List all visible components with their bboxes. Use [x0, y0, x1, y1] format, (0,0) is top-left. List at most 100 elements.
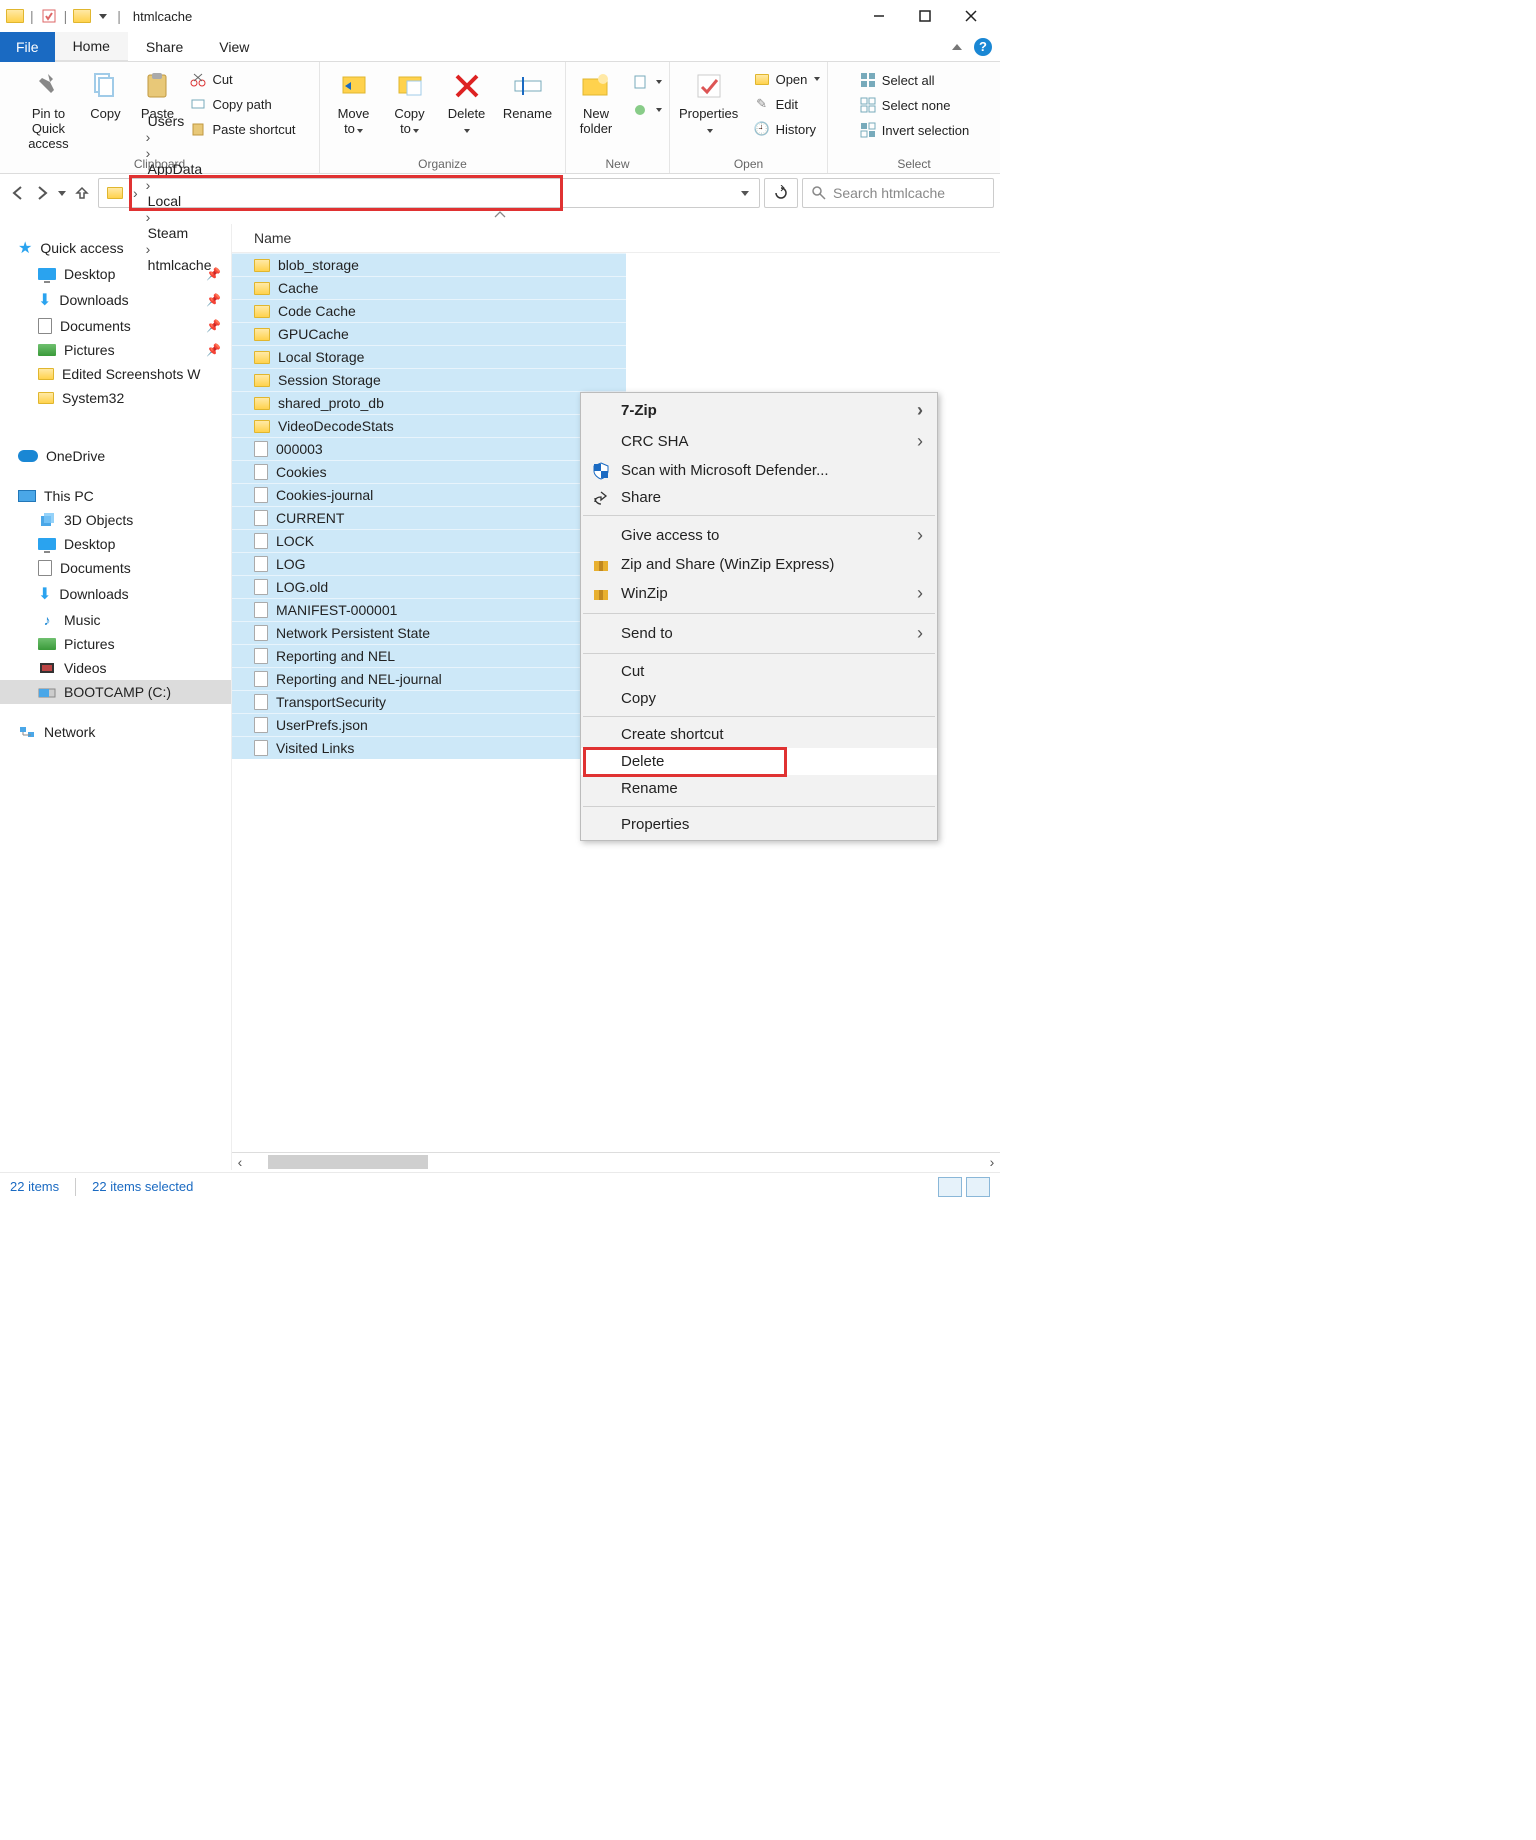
ctx-rename[interactable]: Rename	[581, 775, 937, 802]
ctx-defender[interactable]: Scan with Microsoft Defender...	[581, 457, 937, 484]
tab-share[interactable]: Share	[128, 32, 201, 62]
breadcrumb-segment[interactable]: AppData	[142, 161, 218, 177]
nav-quick-access[interactable]: ★Quick access	[0, 234, 231, 262]
sidebar-item[interactable]: Documents📌	[0, 314, 231, 338]
file-row[interactable]: CURRENT	[232, 506, 626, 529]
file-row[interactable]: shared_proto_db	[232, 391, 626, 414]
copy-to-button[interactable]: Copy to	[384, 65, 436, 137]
breadcrumb-segment[interactable]: Local	[142, 193, 218, 209]
ctx-create-shortcut[interactable]: Create shortcut	[581, 721, 937, 748]
large-icons-view-button[interactable]	[966, 1177, 990, 1197]
help-icon[interactable]: ?	[974, 38, 992, 56]
tab-home[interactable]: Home	[55, 32, 128, 62]
ctx-winzip[interactable]: WinZip›	[581, 578, 937, 609]
ctx-properties[interactable]: Properties	[581, 811, 937, 838]
file-row[interactable]: GPUCache	[232, 322, 626, 345]
sidebar-item[interactable]: 3D Objects	[0, 508, 231, 532]
file-row[interactable]: UserPrefs.json	[232, 713, 626, 736]
minimize-button[interactable]	[856, 0, 902, 32]
file-row[interactable]: Reporting and NEL	[232, 644, 626, 667]
ctx-crc-sha[interactable]: CRC SHA›	[581, 426, 937, 457]
sidebar-item[interactable]: Desktop	[0, 532, 231, 556]
qa-folder-icon[interactable]	[73, 9, 91, 23]
sidebar-item[interactable]: Videos	[0, 656, 231, 680]
easy-access-dropdown[interactable]	[627, 99, 666, 121]
file-row[interactable]: LOG	[232, 552, 626, 575]
sidebar-item[interactable]: ⬇Downloads	[0, 580, 231, 608]
sidebar-item[interactable]: Desktop📌	[0, 262, 231, 286]
sidebar-item[interactable]: System32	[0, 386, 231, 410]
file-row[interactable]: Session Storage	[232, 368, 626, 391]
breadcrumb-segment[interactable]: Users	[142, 113, 218, 129]
sidebar-item[interactable]: BOOTCAMP (C:)	[0, 680, 231, 704]
qa-dropdown-icon[interactable]	[99, 14, 107, 19]
close-button[interactable]	[948, 0, 994, 32]
file-row[interactable]: Cache	[232, 276, 626, 299]
ctx-copy[interactable]: Copy	[581, 685, 937, 712]
copy-button[interactable]: Copy	[81, 65, 129, 122]
file-row[interactable]: TransportSecurity	[232, 690, 626, 713]
details-view-button[interactable]	[938, 1177, 962, 1197]
address-dropdown-icon[interactable]	[741, 191, 749, 196]
file-row[interactable]: Cookies-journal	[232, 483, 626, 506]
ctx-share[interactable]: Share	[581, 484, 937, 511]
rename-button[interactable]: Rename	[498, 65, 558, 122]
file-row[interactable]: Code Cache	[232, 299, 626, 322]
back-button[interactable]	[10, 185, 26, 201]
sidebar-item[interactable]: Pictures📌	[0, 338, 231, 362]
properties-button[interactable]: Properties	[673, 65, 745, 137]
search-input[interactable]: Search htmlcache	[802, 178, 994, 208]
history-dropdown-icon[interactable]	[58, 191, 66, 196]
file-row[interactable]: Reporting and NEL-journal	[232, 667, 626, 690]
file-row[interactable]: Visited Links	[232, 736, 626, 759]
qa-save-icon[interactable]	[40, 7, 58, 25]
ctx-zip-share[interactable]: Zip and Share (WinZip Express)	[581, 551, 937, 578]
nav-this-pc[interactable]: This PC	[0, 484, 231, 508]
column-header-name[interactable]: Name	[232, 224, 1000, 253]
tab-view[interactable]: View	[201, 32, 267, 62]
file-row[interactable]: VideoDecodeStats	[232, 414, 626, 437]
collapse-ribbon-icon[interactable]	[952, 44, 962, 50]
open-button[interactable]: Open	[749, 68, 825, 90]
move-to-button[interactable]: Move to	[328, 65, 380, 137]
new-item-dropdown[interactable]	[627, 71, 666, 93]
select-none-button[interactable]: Select none	[855, 94, 973, 116]
ctx-give-access[interactable]: Give access to›	[581, 520, 937, 551]
forward-button[interactable]	[34, 185, 50, 201]
sidebar-item[interactable]: ♪Music	[0, 608, 231, 632]
sidebar-item[interactable]: Edited Screenshots W	[0, 362, 231, 386]
maximize-button[interactable]	[902, 0, 948, 32]
file-row[interactable]: LOG.old	[232, 575, 626, 598]
copy-path-button[interactable]: Copy path	[185, 93, 299, 115]
up-button[interactable]	[74, 185, 90, 201]
cut-button[interactable]: Cut	[185, 68, 299, 90]
ctx-7zip[interactable]: 7-Zip›	[581, 395, 937, 426]
refresh-button[interactable]	[764, 178, 798, 208]
column-expand-icon[interactable]	[493, 210, 507, 220]
new-folder-button[interactable]: New folder	[569, 65, 623, 137]
sidebar-item[interactable]: ⬇Downloads📌	[0, 286, 231, 314]
file-row[interactable]: Network Persistent State	[232, 621, 626, 644]
file-row[interactable]: Cookies	[232, 460, 626, 483]
file-row[interactable]: LOCK	[232, 529, 626, 552]
ctx-cut[interactable]: Cut	[581, 658, 937, 685]
file-row[interactable]: 000003	[232, 437, 626, 460]
select-all-button[interactable]: Select all	[855, 69, 973, 91]
file-row[interactable]: MANIFEST-000001	[232, 598, 626, 621]
ctx-send-to[interactable]: Send to›	[581, 618, 937, 649]
edit-button[interactable]: ✎Edit	[749, 93, 825, 115]
file-row[interactable]: blob_storage	[232, 253, 626, 276]
sidebar-item[interactable]: Documents	[0, 556, 231, 580]
nav-onedrive[interactable]: OneDrive	[0, 444, 231, 468]
invert-selection-button[interactable]: Invert selection	[855, 119, 973, 141]
tab-file[interactable]: File	[0, 32, 55, 62]
file-row[interactable]: Local Storage	[232, 345, 626, 368]
ctx-delete[interactable]: Delete	[581, 748, 937, 775]
pin-to-quick-access-button[interactable]: Pin to Quick access	[19, 65, 77, 152]
delete-button[interactable]: Delete	[440, 65, 494, 137]
history-button[interactable]: 🕘History	[749, 118, 825, 140]
horizontal-scrollbar[interactable]: ‹›	[232, 1152, 1000, 1170]
nav-network[interactable]: Network	[0, 720, 231, 744]
sidebar-item[interactable]: Pictures	[0, 632, 231, 656]
address-bar[interactable]: UsersAppDataLocalSteamhtmlcache	[98, 178, 760, 208]
